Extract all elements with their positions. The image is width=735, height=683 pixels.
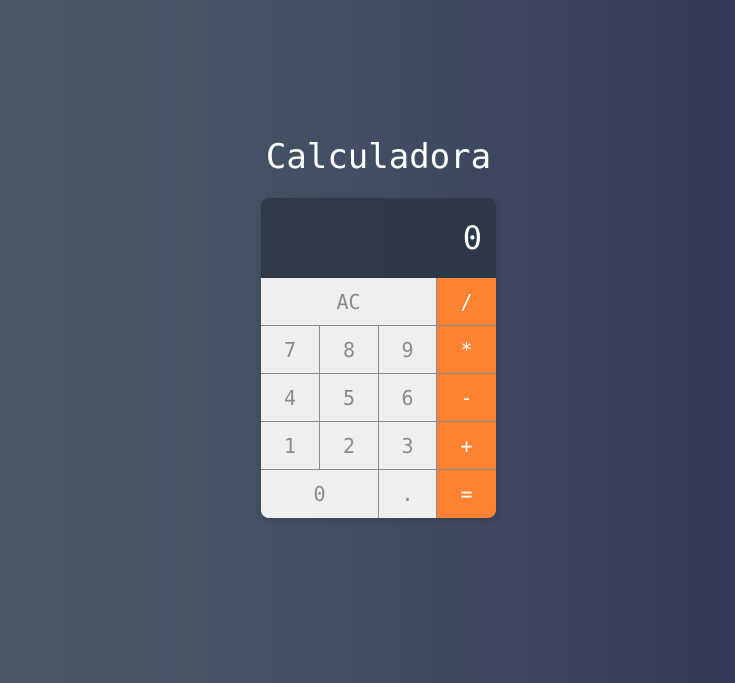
calculator: 0 AC / 7 8 9 * 4 5 6 - 1 2 3 + 0 . = [261, 198, 496, 518]
digit-4-button[interactable]: 4 [261, 374, 320, 422]
decimal-button[interactable]: . [379, 470, 437, 518]
subtract-button[interactable]: - [437, 374, 496, 422]
page-title: Calculadora [265, 137, 492, 177]
digit-1-button[interactable]: 1 [261, 422, 320, 470]
display-value: 0 [462, 219, 482, 257]
digit-8-button[interactable]: 8 [320, 326, 379, 374]
digit-6-button[interactable]: 6 [379, 374, 437, 422]
digit-2-button[interactable]: 2 [320, 422, 379, 470]
digit-3-button[interactable]: 3 [379, 422, 437, 470]
clear-button[interactable]: AC [261, 278, 437, 326]
divide-button[interactable]: / [437, 278, 496, 326]
digit-5-button[interactable]: 5 [320, 374, 379, 422]
digit-9-button[interactable]: 9 [379, 326, 437, 374]
multiply-button[interactable]: * [437, 326, 496, 374]
keypad: AC / 7 8 9 * 4 5 6 - 1 2 3 + 0 . = [261, 278, 496, 518]
display: 0 [261, 198, 496, 278]
digit-7-button[interactable]: 7 [261, 326, 320, 374]
equals-button[interactable]: = [437, 470, 496, 518]
digit-0-button[interactable]: 0 [261, 470, 379, 518]
add-button[interactable]: + [437, 422, 496, 470]
